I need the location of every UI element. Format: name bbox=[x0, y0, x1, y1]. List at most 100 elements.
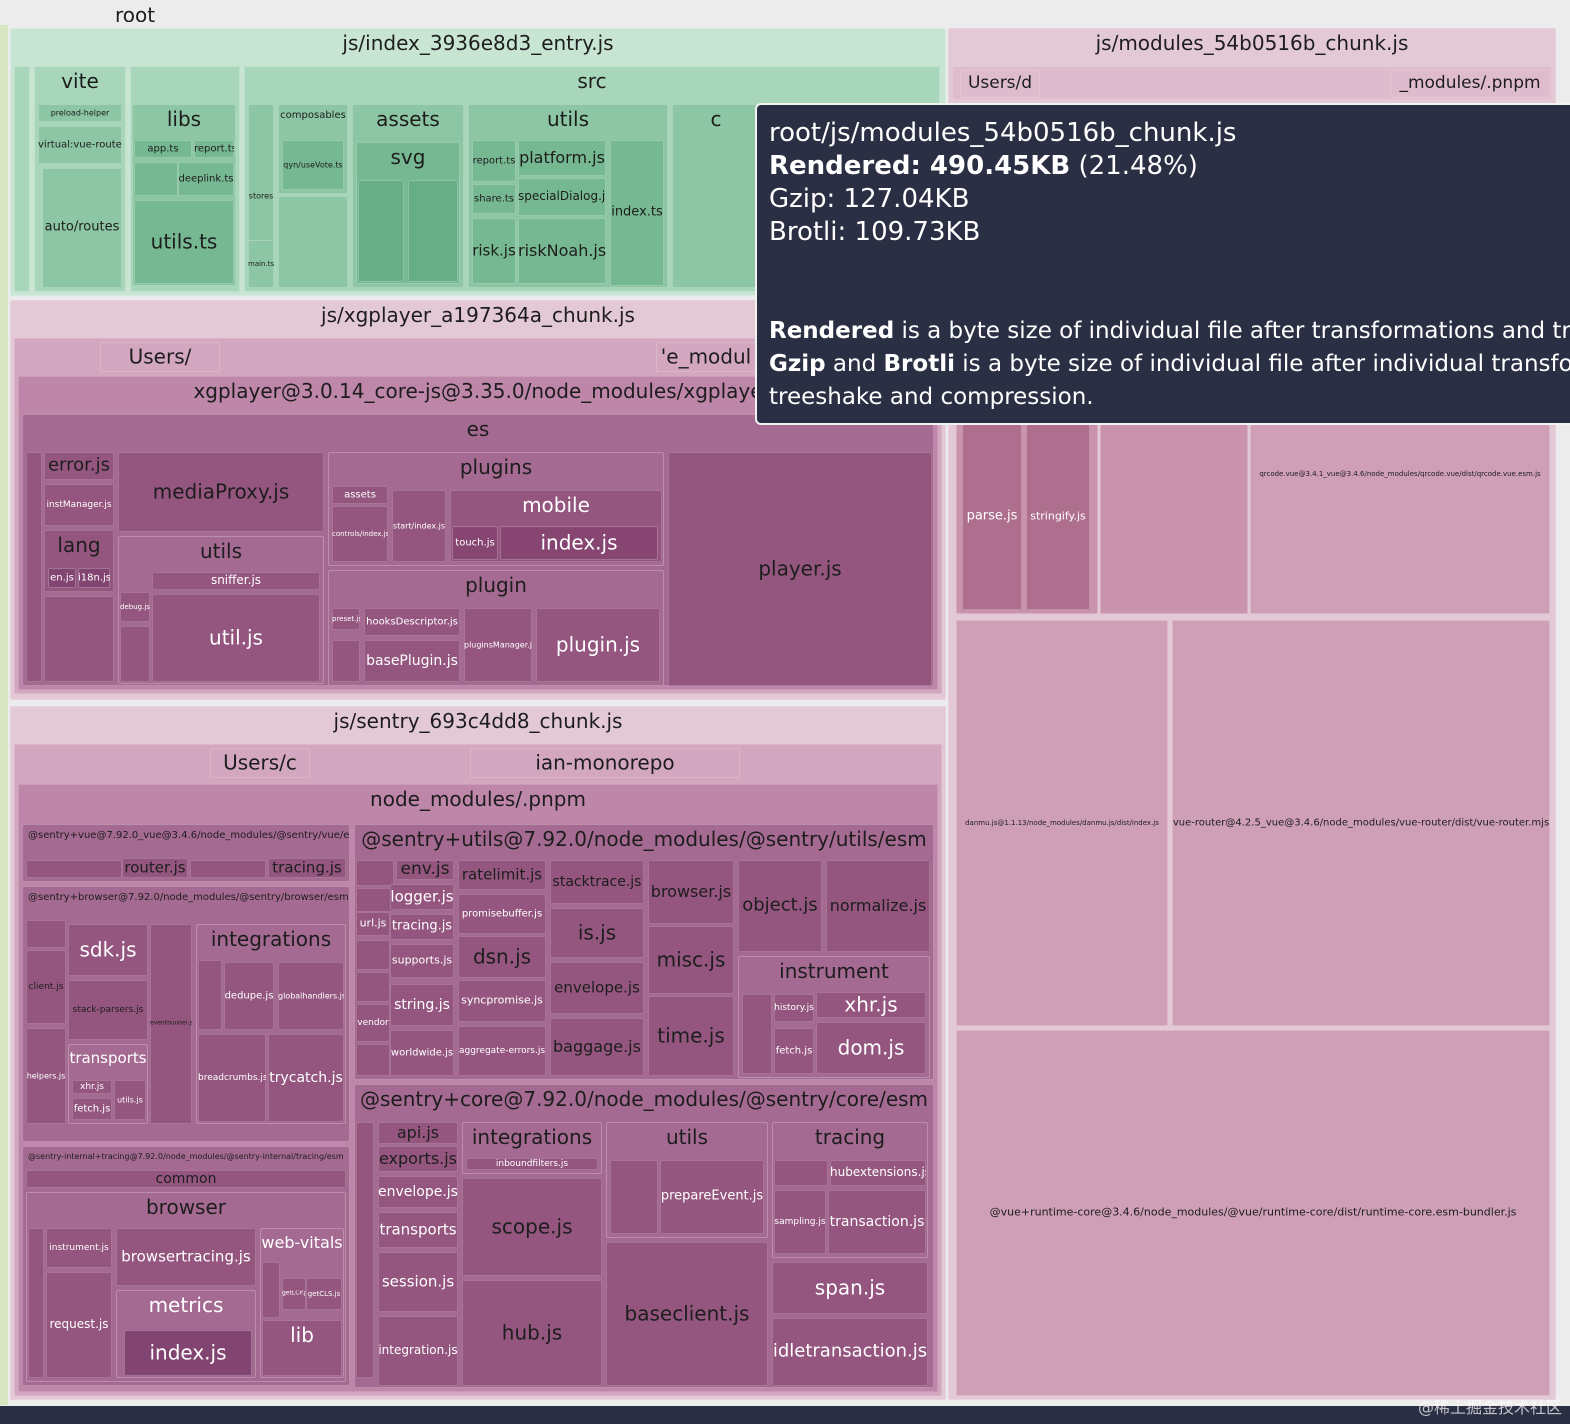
file-url-js[interactable]: url.js bbox=[356, 912, 390, 936]
file-browser-xhr-js[interactable]: xhr.js bbox=[72, 1080, 112, 1094]
file-span-js[interactable]: span.js bbox=[772, 1262, 928, 1314]
file-baggage-js[interactable]: baggage.js bbox=[550, 1018, 644, 1076]
file-memo-js[interactable] bbox=[356, 940, 390, 970]
file-history-js[interactable]: history.js bbox=[774, 994, 814, 1022]
file-browser-utils-js[interactable]: utils.js bbox=[114, 1080, 146, 1120]
file-hooksdescriptor-js[interactable]: hooksDescriptor.js bbox=[364, 608, 460, 636]
file-node-js[interactable] bbox=[356, 972, 390, 1002]
file-worldwide-js[interactable]: worldwide.js bbox=[390, 1030, 454, 1076]
web-vitals-misc[interactable] bbox=[262, 1262, 280, 1318]
file-utils-tracing-js[interactable]: tracing.js bbox=[390, 914, 454, 940]
file-core-envelope-js[interactable]: envelope.js bbox=[378, 1176, 458, 1208]
file-inboundfilters-js[interactable]: inboundfilters.js bbox=[466, 1158, 598, 1170]
entry-misc-column[interactable] bbox=[14, 66, 30, 292]
file-danmu-js[interactable]: danmu.js@1.1.13/node_modules/danmu.js/di… bbox=[956, 620, 1168, 1026]
file-globalhandlers-js[interactable]: globalhandlers.js bbox=[278, 962, 344, 1030]
file-sdk-js[interactable]: sdk.js bbox=[68, 924, 148, 976]
file-report-ts-2[interactable]: report.ts bbox=[472, 140, 516, 182]
file-baseclient-js[interactable]: baseclient.js bbox=[606, 1242, 768, 1386]
file-baseplugin-js[interactable]: basePlugin.js bbox=[364, 640, 460, 682]
file-is-js[interactable]: is.js bbox=[550, 908, 644, 958]
file-small-libs[interactable] bbox=[134, 162, 178, 196]
file-normalize-js[interactable]: normalize.js bbox=[826, 860, 930, 952]
file-idletransaction-js[interactable]: idletransaction.js bbox=[772, 1318, 928, 1386]
file-risk-js[interactable]: risk.js bbox=[472, 218, 516, 284]
file-scope-js[interactable]: scope.js bbox=[462, 1178, 602, 1276]
browser-misc[interactable] bbox=[26, 920, 66, 948]
file-api-js[interactable]: api.js bbox=[378, 1122, 458, 1144]
file-sampling-js[interactable]: sampling.js bbox=[774, 1190, 826, 1254]
file-eventbuilder-js[interactable]: eventbuilder.js bbox=[150, 924, 192, 1124]
svg-file-b[interactable] bbox=[408, 180, 458, 282]
file-exports-js[interactable]: exports.js bbox=[378, 1146, 458, 1172]
core-utils-misc[interactable] bbox=[610, 1160, 658, 1234]
file-main-block[interactable] bbox=[278, 196, 348, 288]
core-misc[interactable] bbox=[356, 1122, 374, 1378]
file-start-index[interactable]: start/index.js bbox=[392, 490, 446, 562]
file-util-js[interactable]: util.js bbox=[152, 594, 320, 682]
file-browser-js[interactable]: browser.js bbox=[648, 860, 734, 924]
file-hub-js[interactable]: hub.js bbox=[462, 1280, 602, 1386]
file-trycatch-js[interactable]: trycatch.js bbox=[268, 1034, 344, 1122]
file-preset-js[interactable]: preset.js bbox=[332, 608, 360, 630]
file-router-js[interactable]: router.js bbox=[122, 858, 188, 878]
file-report-ts[interactable]: report.ts bbox=[194, 140, 234, 158]
folder-common[interactable]: common bbox=[26, 1170, 346, 1188]
integrations-misc[interactable] bbox=[198, 960, 222, 1030]
file-plugin-js[interactable]: plugin.js bbox=[536, 608, 660, 682]
folder-lib[interactable]: lib bbox=[262, 1320, 342, 1376]
file-utils-ts[interactable]: utils.ts bbox=[134, 200, 234, 284]
internal-browser-misc[interactable] bbox=[28, 1228, 44, 1378]
file-dom-js[interactable]: dom.js bbox=[816, 1022, 926, 1074]
file-virtual-vue-router[interactable]: virtual:vue-router bbox=[38, 126, 122, 164]
file-metrics-index-js[interactable]: index.js bbox=[124, 1330, 252, 1376]
svg-file-a[interactable] bbox=[358, 180, 404, 282]
file-runtime-core[interactable]: @vue+runtime-core@3.4.6/node_modules/@vu… bbox=[956, 1030, 1550, 1396]
file-touch-js[interactable]: touch.js bbox=[452, 526, 498, 560]
file-browser-fetch-js[interactable]: fetch.js bbox=[72, 1098, 112, 1120]
file-stack-parsers-js[interactable]: stack-parsers.js bbox=[68, 980, 148, 1040]
file-mediaproxy-js[interactable]: mediaProxy.js bbox=[118, 452, 324, 532]
file-deeplink-ts[interactable]: deeplink.ts bbox=[178, 162, 234, 196]
modules-misc-package[interactable] bbox=[1100, 420, 1248, 614]
file-getlcp-js[interactable]: getLCP.js bbox=[282, 1278, 306, 1310]
file-mobile-index-js[interactable]: index.js bbox=[500, 526, 658, 560]
sentry-vue-misc[interactable] bbox=[26, 860, 122, 878]
file-dsn-js[interactable]: dsn.js bbox=[458, 936, 546, 978]
file-object-js[interactable]: object.js bbox=[738, 860, 822, 952]
file-error-js-2[interactable] bbox=[356, 888, 394, 912]
file-hubextensions-js[interactable]: hubextensions.js bbox=[830, 1160, 926, 1186]
instrument-misc[interactable] bbox=[742, 994, 772, 1074]
file-vue-tracing-js[interactable]: tracing.js bbox=[268, 858, 346, 878]
file-syncpromise-js[interactable]: syncpromise.js bbox=[458, 980, 546, 1022]
folder-c-truncated[interactable]: c bbox=[672, 104, 760, 288]
file-integration-js[interactable]: integration.js bbox=[378, 1316, 458, 1386]
file-stacktrace-js[interactable]: stacktrace.js bbox=[550, 860, 644, 904]
file-vendor-components[interactable] bbox=[190, 860, 266, 878]
file-sniffer-js[interactable]: sniffer.js bbox=[152, 572, 320, 590]
utils-small-a[interactable] bbox=[356, 860, 394, 886]
file-fetch-js[interactable]: fetch.js bbox=[774, 1028, 814, 1074]
file-instmanager-js[interactable]: instManager.js bbox=[44, 484, 114, 526]
file-logger-js[interactable]: logger.js bbox=[390, 884, 454, 910]
file-parse-js[interactable]: parse.js bbox=[962, 424, 1022, 610]
file-supports-js[interactable]: supports.js bbox=[390, 944, 454, 978]
file-stringify-js[interactable]: stringify.js bbox=[1026, 424, 1090, 610]
es-misc[interactable] bbox=[26, 452, 42, 682]
file-index-ts[interactable]: index.ts bbox=[610, 140, 664, 286]
file-plugin-misc[interactable] bbox=[332, 640, 360, 682]
file-browsertracing-js[interactable]: browsertracing.js bbox=[116, 1228, 256, 1286]
file-vue-router[interactable]: vue-router@4.2.5_vue@3.4.6/node_modules/… bbox=[1172, 620, 1550, 1026]
folder-core-transports[interactable]: transports bbox=[378, 1212, 458, 1248]
file-env-js[interactable]: env.js bbox=[396, 860, 454, 880]
file-transaction-js[interactable]: transaction.js bbox=[828, 1190, 926, 1254]
file-getcls-js[interactable]: getCLS.js bbox=[306, 1278, 342, 1310]
file-i18n-js[interactable]: i18n.js bbox=[78, 568, 110, 588]
file-misc-js[interactable]: misc.js bbox=[648, 926, 734, 994]
file-client-js[interactable]: client.js bbox=[26, 950, 66, 1024]
file-main-ts[interactable]: main.ts bbox=[248, 240, 274, 288]
file-request-js[interactable]: request.js bbox=[46, 1272, 112, 1378]
file-platform-js[interactable]: platform.js bbox=[518, 140, 606, 176]
file-app-ts[interactable]: app.ts bbox=[134, 140, 192, 158]
file-xhr-js[interactable]: xhr.js bbox=[816, 992, 926, 1018]
